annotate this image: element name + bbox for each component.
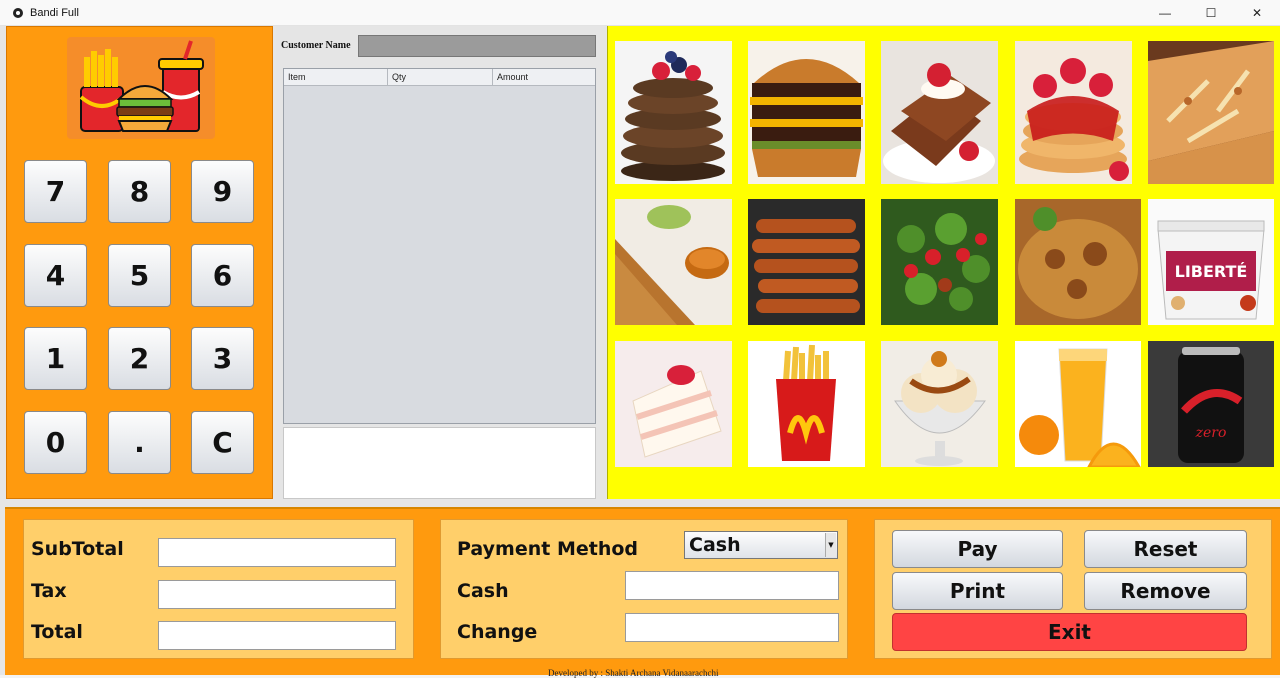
key-6[interactable]: 6 (191, 244, 254, 307)
svg-text:zero: zero (1195, 425, 1227, 441)
svg-text:LIBERTÉ: LIBERTÉ (1175, 262, 1248, 281)
receipt-area[interactable] (283, 427, 596, 499)
menu-item-salad[interactable] (881, 199, 998, 325)
menu-item-yogurt[interactable]: LIBERTÉ (1148, 199, 1274, 325)
key-4[interactable]: 4 (24, 244, 87, 307)
menu-item-coke-zero[interactable]: zero (1148, 341, 1274, 467)
key-1[interactable]: 1 (24, 327, 87, 390)
menu-item-french-toast[interactable] (881, 41, 998, 184)
key-8[interactable]: 8 (108, 160, 171, 223)
menu-panel: LIBERTÉ zero (607, 26, 1280, 499)
menu-item-cake[interactable] (615, 341, 732, 467)
maximize-button[interactable]: ☐ (1188, 0, 1234, 26)
menu-item-dosa[interactable] (615, 199, 732, 325)
order-panel: Customer Name Item Qty Amount (276, 26, 606, 499)
order-table: Item Qty Amount (283, 68, 596, 424)
key-0[interactable]: 0 (24, 411, 87, 474)
print-button[interactable]: Print (892, 572, 1063, 610)
customer-name-label: Customer Name (281, 40, 351, 51)
customer-name-input[interactable] (358, 35, 596, 57)
payment-box: Payment Method Cash ▼ Cash Change (440, 519, 848, 659)
menu-item-burger[interactable] (748, 41, 865, 184)
tax-label: Tax (31, 580, 67, 602)
cash-field[interactable] (625, 571, 839, 600)
actions-box: Pay Reset Print Remove Exit (874, 519, 1272, 659)
pay-button[interactable]: Pay (892, 530, 1063, 568)
key-9[interactable]: 9 (191, 160, 254, 223)
total-label: Total (31, 621, 83, 643)
bottom-panel: SubTotal Tax Total Payment Method Cash ▼… (5, 507, 1280, 678)
key-2[interactable]: 2 (108, 327, 171, 390)
payment-method-select[interactable]: Cash ▼ (684, 531, 838, 559)
change-label: Change (457, 621, 538, 643)
key-decimal[interactable]: . (108, 411, 171, 474)
key-3[interactable]: 3 (191, 327, 254, 390)
column-qty[interactable]: Qty (388, 69, 493, 85)
reset-button[interactable]: Reset (1084, 530, 1247, 568)
title-bar: Bandi Full — ☐ ✕ (0, 0, 1280, 26)
window-title: Bandi Full (30, 6, 79, 19)
menu-item-biryani[interactable] (1015, 199, 1141, 325)
payment-method-label: Payment Method (457, 538, 639, 560)
order-table-header: Item Qty Amount (284, 69, 595, 86)
key-5[interactable]: 5 (108, 244, 171, 307)
menu-item-strawberry-pancakes[interactable] (1015, 41, 1132, 184)
menu-item-pizza[interactable] (1148, 41, 1274, 184)
app-icon (13, 7, 23, 18)
cash-label: Cash (457, 580, 509, 602)
key-7[interactable]: 7 (24, 160, 87, 223)
keypad-panel: 7 8 9 4 5 6 1 2 3 0 . C (6, 26, 273, 499)
menu-item-orange-juice[interactable] (1015, 341, 1141, 467)
column-amount[interactable]: Amount (493, 69, 595, 85)
menu-item-sausages[interactable] (748, 199, 865, 325)
payment-method-value: Cash (689, 534, 741, 556)
minimize-button[interactable]: — (1142, 0, 1188, 26)
change-field[interactable] (625, 613, 839, 642)
tax-field[interactable] (158, 580, 396, 609)
menu-item-sundae[interactable] (881, 341, 998, 467)
fast-food-logo (67, 37, 215, 139)
column-item[interactable]: Item (284, 69, 388, 85)
totals-box: SubTotal Tax Total (23, 519, 414, 659)
developer-credit: Developed by : Shakti Archana Vidanaarac… (548, 668, 719, 678)
remove-button[interactable]: Remove (1084, 572, 1247, 610)
close-button[interactable]: ✕ (1234, 0, 1280, 26)
menu-item-fries[interactable] (748, 341, 865, 467)
subtotal-field[interactable] (158, 538, 396, 567)
menu-item-pancakes[interactable] (615, 41, 732, 184)
window-controls: — ☐ ✕ (1142, 0, 1280, 26)
chevron-down-icon[interactable]: ▼ (825, 533, 836, 557)
key-clear[interactable]: C (191, 411, 254, 474)
total-field[interactable] (158, 621, 396, 650)
exit-button[interactable]: Exit (892, 613, 1247, 651)
subtotal-label: SubTotal (31, 538, 124, 560)
